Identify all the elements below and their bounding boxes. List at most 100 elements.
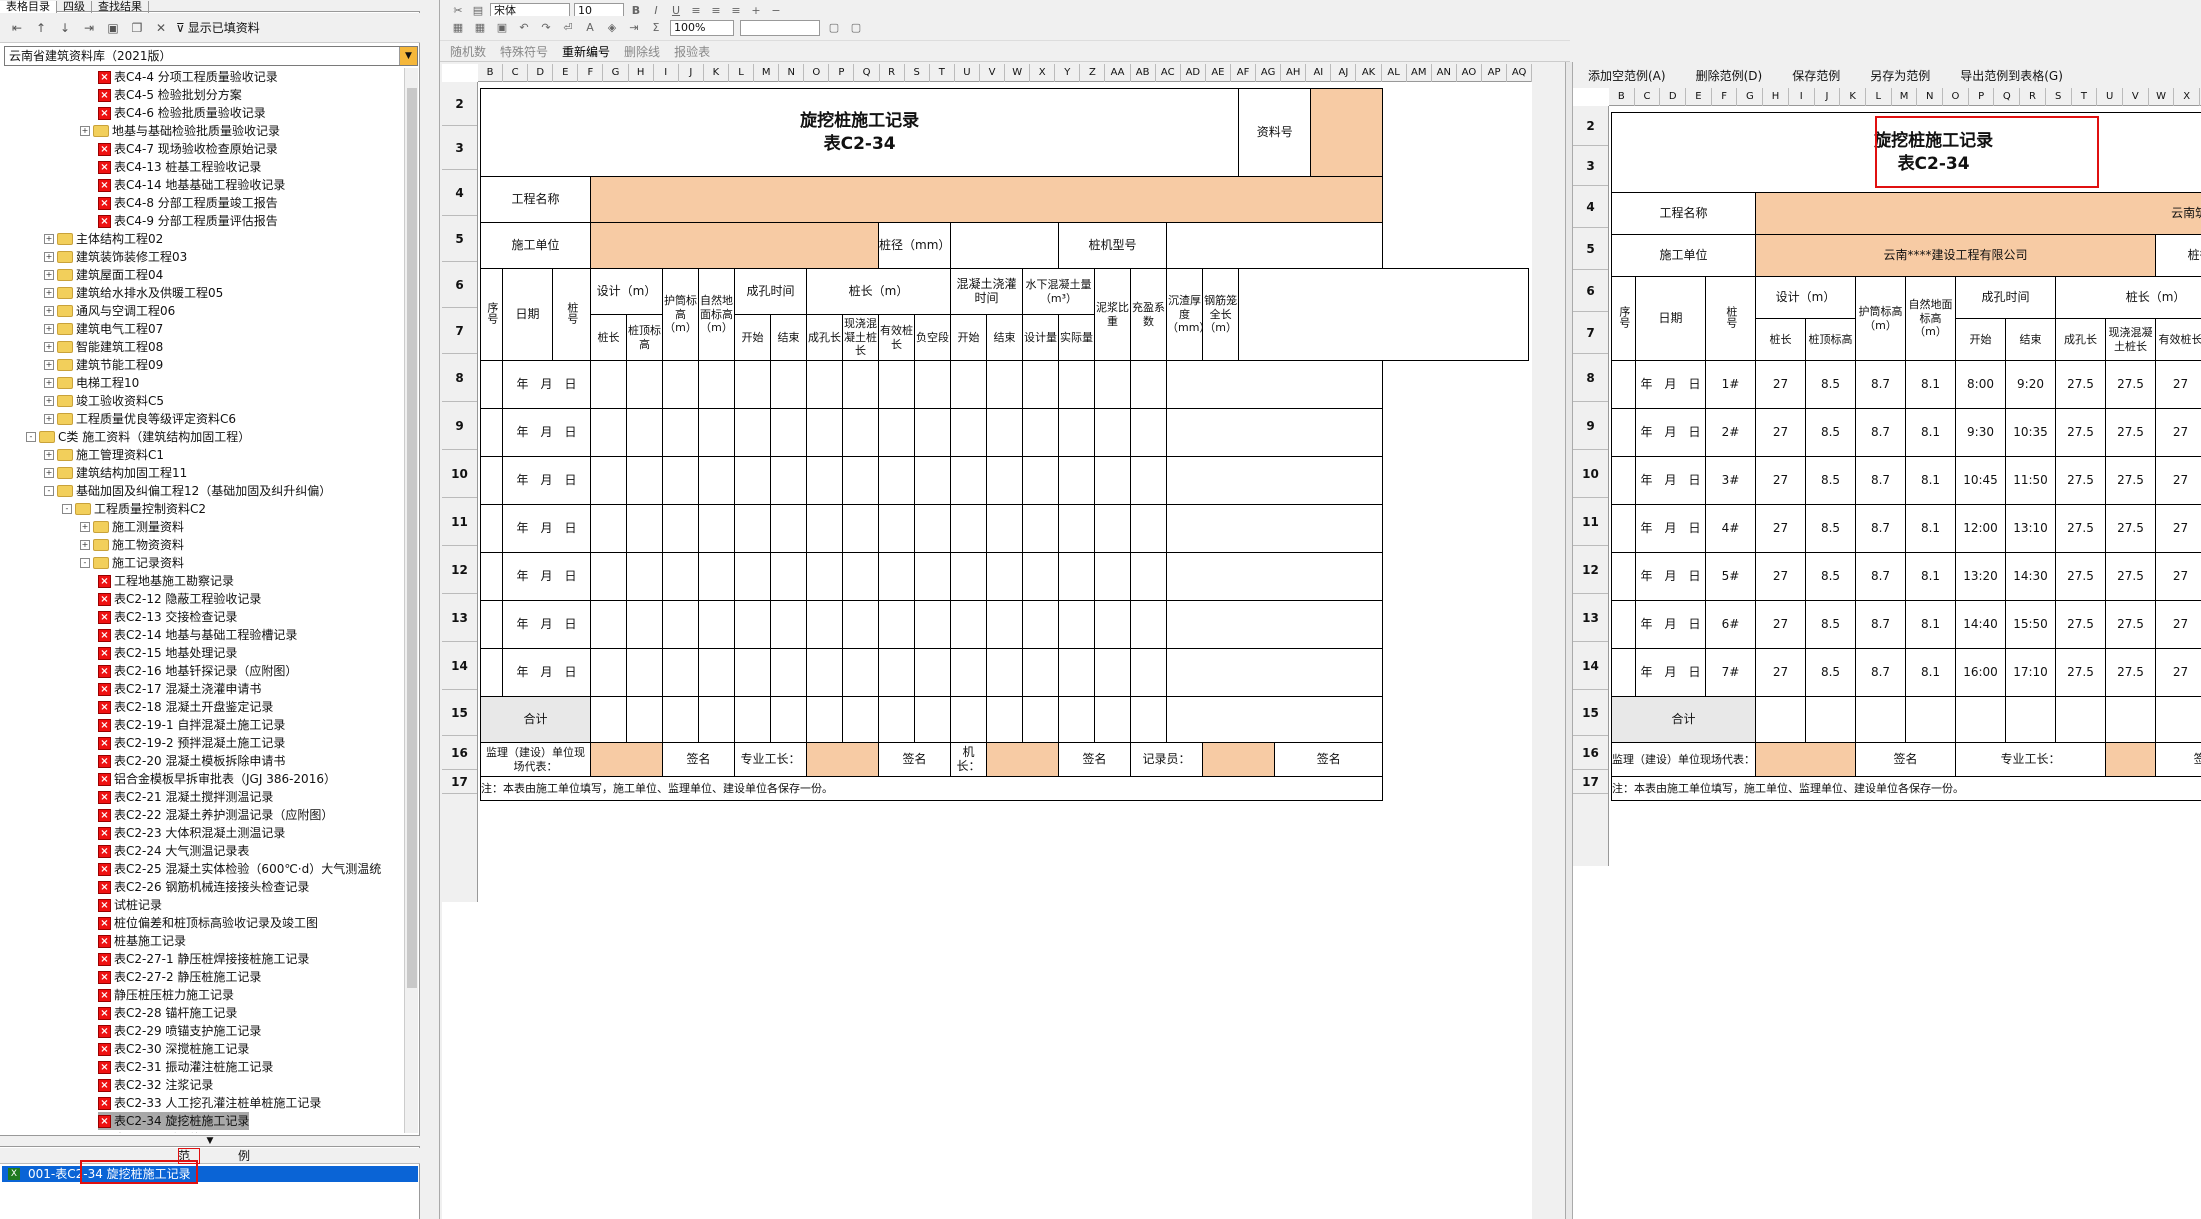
tree-item-form[interactable]: × 表C2-32 注浆记录: [98, 1076, 213, 1094]
column-header[interactable]: J: [1815, 88, 1841, 106]
row-header[interactable]: 9: [1573, 402, 1608, 450]
data-cell[interactable]: [950, 600, 987, 649]
tree-item-form[interactable]: × 表C4-7 现场验收检查原始记录: [98, 140, 278, 158]
expand-icon[interactable]: +: [80, 522, 90, 532]
data-cell[interactable]: 27.5: [2105, 456, 2156, 505]
save-example-button[interactable]: 保存范例: [1792, 67, 1840, 84]
total-cell[interactable]: [1130, 696, 1167, 743]
expand-icon[interactable]: +: [44, 270, 54, 280]
data-cell[interactable]: [698, 552, 735, 601]
data-cell[interactable]: [662, 504, 699, 553]
total-cell[interactable]: [2155, 696, 2201, 743]
data-cell[interactable]: 27.5: [2055, 456, 2106, 505]
data-cell[interactable]: [842, 408, 879, 457]
new-icon[interactable]: ▣: [104, 19, 122, 37]
total-cell[interactable]: [878, 696, 915, 743]
wrap-icon[interactable]: ⏎: [560, 20, 576, 36]
row-header[interactable]: 11: [442, 498, 477, 546]
tree-item-form[interactable]: × 工程地基施工勘察记录: [98, 572, 234, 590]
tree-item-folder[interactable]: + 智能建筑工程08: [44, 338, 163, 356]
column-header[interactable]: Q: [855, 64, 880, 82]
column-header[interactable]: O: [1943, 88, 1969, 106]
seq-cell[interactable]: [480, 504, 503, 553]
strikethrough-button[interactable]: 删除线: [624, 43, 660, 60]
row-header[interactable]: 15: [442, 690, 477, 736]
data-cell[interactable]: 17:10: [2005, 648, 2056, 697]
total-cell[interactable]: [2005, 696, 2056, 743]
expand-icon[interactable]: +: [44, 234, 54, 244]
expand-icon[interactable]: +: [44, 414, 54, 424]
data-cell[interactable]: 8.5: [1805, 600, 1856, 649]
data-cell[interactable]: 3#: [1705, 456, 1756, 505]
data-cell[interactable]: 27.5: [2055, 552, 2106, 601]
tree-item-folder[interactable]: + 地基与基础检验批质量验收记录: [80, 122, 280, 140]
data-cell[interactable]: [1058, 408, 1095, 457]
seq-cell[interactable]: [1611, 648, 1636, 697]
tree-item-form[interactable]: × 铝合金模板早拆审批表（JGJ 386-2016）: [98, 770, 336, 788]
expand-icon[interactable]: +: [44, 378, 54, 388]
data-cell[interactable]: 8.7: [1855, 360, 1906, 409]
data-cell[interactable]: 10:35: [2005, 408, 2056, 457]
border-style-icon[interactable]: ▢: [826, 20, 842, 36]
expand-icon[interactable]: +: [44, 396, 54, 406]
data-cell[interactable]: [1130, 456, 1167, 505]
column-header[interactable]: AL: [1382, 64, 1407, 82]
column-header[interactable]: D: [528, 64, 554, 82]
seq-cell[interactable]: [480, 648, 503, 697]
panel-splitter[interactable]: ▼: [0, 1135, 420, 1147]
seq-cell[interactable]: [1611, 456, 1636, 505]
data-cell[interactable]: 2#: [1705, 408, 1756, 457]
tree-item-form[interactable]: × 表C4-13 桩基工程验收记录: [98, 158, 261, 176]
data-cell[interactable]: 8.7: [1855, 456, 1906, 505]
data-cell[interactable]: 27: [1755, 648, 1806, 697]
data-cell[interactable]: [770, 600, 807, 649]
data-cell[interactable]: 27: [1755, 408, 1806, 457]
data-cell[interactable]: [842, 504, 879, 553]
grid-icon[interactable]: ▦: [472, 20, 488, 36]
column-header[interactable]: P: [1969, 88, 1995, 106]
tree-item-form[interactable]: × 表C2-19-1 自拌混凝土施工记录: [98, 716, 285, 734]
data-cell[interactable]: [842, 552, 879, 601]
data-cell[interactable]: 8.1: [1905, 504, 1956, 553]
data-cell[interactable]: [626, 504, 663, 553]
supervisor-input[interactable]: [590, 742, 663, 777]
row-header[interactable]: 7: [442, 308, 477, 354]
tree-item-form[interactable]: × 表C2-30 深搅桩施工记录: [98, 1040, 249, 1058]
data-cell[interactable]: 27.5: [2105, 600, 2156, 649]
delete-icon[interactable]: ✕: [152, 19, 170, 37]
recorder-input[interactable]: [1201, 742, 1276, 777]
tree-item-form[interactable]: × 表C2-18 混凝土开盘鉴定记录: [98, 698, 273, 716]
tree-item-folder[interactable]: - 工程质量控制资料C2: [62, 500, 206, 518]
total-cell[interactable]: [1955, 696, 2006, 743]
data-cell[interactable]: [1094, 504, 1131, 553]
total-cell[interactable]: [590, 696, 627, 743]
tree-item-form[interactable]: × 表C2-28 锚杆施工记录: [98, 1004, 237, 1022]
column-header[interactable]: F: [578, 64, 604, 82]
data-cell[interactable]: 8.5: [1805, 360, 1856, 409]
data-cell[interactable]: 10:45: [1955, 456, 2006, 505]
data-cell[interactable]: 8.7: [1855, 408, 1906, 457]
fill-color-icon[interactable]: ◈: [604, 20, 620, 36]
data-cell[interactable]: [1130, 600, 1167, 649]
up-icon[interactable]: ↑: [32, 19, 50, 37]
column-header[interactable]: T: [930, 64, 955, 82]
data-cell[interactable]: 27: [1755, 360, 1806, 409]
data-cell[interactable]: [986, 408, 1023, 457]
column-header[interactable]: K: [704, 64, 729, 82]
data-cell[interactable]: [1094, 648, 1131, 697]
tree-item-form[interactable]: × 表C2-14 地基与基础工程验槽记录: [98, 626, 297, 644]
row-header[interactable]: 3: [1573, 146, 1608, 186]
data-cell[interactable]: 8.5: [1805, 456, 1856, 505]
tree-item-form[interactable]: × 表C2-22 混凝土养护测温记录（应附图）: [98, 806, 333, 824]
column-header[interactable]: O: [804, 64, 830, 82]
copy-icon[interactable]: ❐: [128, 19, 146, 37]
tree-item-form[interactable]: × 表C2-19-2 预拌混凝土施工记录: [98, 734, 285, 752]
row-header[interactable]: 10: [1573, 450, 1608, 498]
tab-level4[interactable]: 四级: [57, 1, 92, 13]
tree-item-form[interactable]: × 桩基施工记录: [98, 932, 186, 950]
column-header[interactable]: H: [629, 64, 654, 82]
supervisor-input[interactable]: [1755, 742, 1856, 777]
tree-item-form[interactable]: × 表C2-20 混凝土模板拆除申请书: [98, 752, 285, 770]
data-cell[interactable]: [806, 504, 843, 553]
column-header[interactable]: E: [1686, 88, 1712, 106]
